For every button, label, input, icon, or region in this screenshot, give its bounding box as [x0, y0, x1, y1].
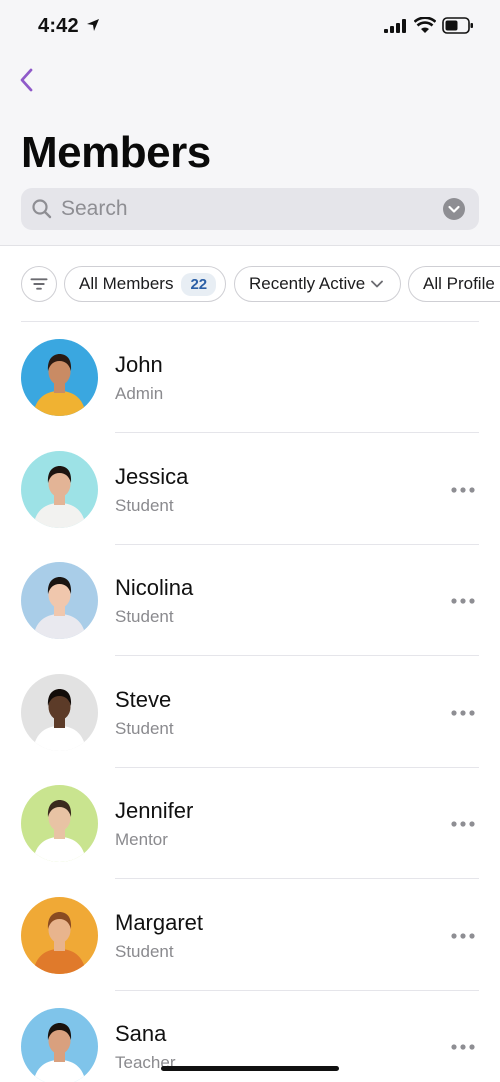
recently-active-dropdown[interactable]: Recently Active — [234, 266, 401, 302]
back-chevron-icon[interactable] — [16, 66, 38, 94]
member-row[interactable]: Jessica Student — [0, 434, 500, 545]
avatar[interactable] — [21, 673, 98, 751]
member-row[interactable]: Margaret Student — [0, 880, 500, 991]
avatar-image — [21, 562, 98, 639]
more-options-icon[interactable] — [450, 483, 476, 497]
avatar[interactable] — [21, 339, 98, 416]
battery-icon — [442, 17, 473, 34]
avatar-image — [21, 673, 98, 751]
avatar-image — [21, 339, 98, 416]
search-bar[interactable] — [21, 188, 479, 230]
recently-active-label: Recently Active — [249, 274, 366, 293]
more-options-icon[interactable] — [450, 929, 476, 943]
search-icon — [32, 199, 52, 219]
member-role: Admin — [115, 384, 164, 403]
member-role: Student — [115, 718, 174, 738]
more-options-icon[interactable] — [450, 706, 476, 720]
member-name: Nicolina — [115, 575, 194, 600]
all-members-label: All Members — [79, 274, 174, 293]
avatar[interactable] — [21, 785, 98, 862]
member-name: Steve — [115, 686, 172, 712]
chevron-down-icon — [448, 205, 460, 213]
member-name: John — [115, 352, 163, 377]
member-name: Sana — [115, 1021, 167, 1046]
member-role: Student — [115, 495, 174, 515]
member-role: Student — [115, 607, 174, 626]
member-row[interactable]: John Admin — [0, 322, 500, 433]
avatar[interactable] — [21, 562, 98, 639]
avatar[interactable] — [21, 896, 98, 974]
search-input[interactable] — [61, 194, 441, 224]
all-profiles-dropdown[interactable]: All Profile — [408, 266, 500, 302]
avatar[interactable] — [21, 450, 98, 528]
home-indicator — [161, 1066, 339, 1071]
filter-bar: All Members 22 Recently Active All Profi… — [21, 266, 500, 302]
avatar[interactable] — [21, 1008, 98, 1082]
more-options-icon[interactable] — [450, 817, 476, 831]
chevron-down-icon — [371, 280, 384, 288]
avatar-image — [21, 896, 98, 974]
header-area: 4:42 Members — [0, 0, 500, 246]
avatar-image — [21, 785, 98, 862]
all-members-chip[interactable]: All Members 22 — [64, 266, 226, 302]
more-options-icon[interactable] — [450, 1040, 476, 1054]
filter-icon — [30, 278, 48, 290]
avatar-image — [21, 1008, 98, 1082]
status-time: 4:42 — [38, 15, 79, 37]
member-role: Mentor — [115, 830, 168, 849]
member-row[interactable]: Nicolina Student — [0, 545, 500, 656]
members-count-badge: 22 — [181, 272, 217, 296]
more-options-icon[interactable] — [450, 594, 476, 608]
member-role: Student — [115, 941, 174, 961]
member-name: Margaret — [115, 909, 204, 935]
member-name: Jennifer — [115, 798, 194, 823]
wifi-icon — [414, 17, 436, 33]
member-row[interactable]: Steve Student — [0, 657, 500, 768]
filter-button[interactable] — [21, 266, 57, 302]
all-profiles-label: All Profile — [423, 274, 495, 293]
cellular-signal-icon — [384, 19, 406, 33]
avatar-image — [21, 450, 98, 528]
location-arrow-icon — [87, 19, 99, 31]
search-options-button[interactable] — [443, 198, 465, 220]
member-name: Jessica — [115, 463, 189, 489]
page-title: Members — [21, 128, 211, 177]
status-bar: 4:42 — [0, 0, 500, 56]
member-row[interactable]: Jennifer Mentor — [0, 768, 500, 879]
